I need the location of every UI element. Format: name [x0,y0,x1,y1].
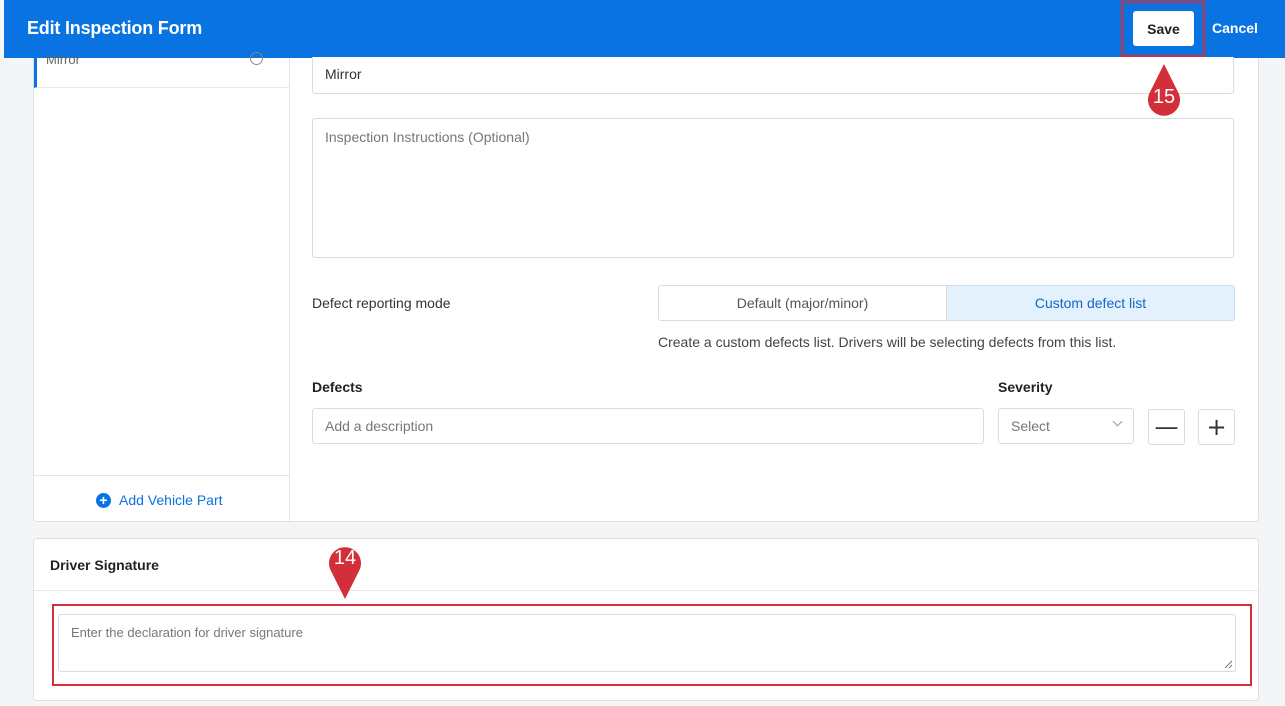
plus-circle-icon: + [96,492,111,508]
info-circle-icon[interactable] [250,52,263,65]
vehicle-parts-sidebar: Mirror + Add Vehicle Part [34,52,290,521]
add-vehicle-part-button[interactable]: + Add Vehicle Part [96,492,223,508]
page-title: Edit Inspection Form [27,18,203,38]
divider [34,590,1258,591]
add-part-row: + Add Vehicle Part [34,475,289,521]
chevron-down-icon [1112,416,1123,427]
save-highlight-box [1121,1,1205,57]
part-name-input[interactable]: Mirror [312,57,1234,94]
defects-header: Defects [312,379,363,395]
annotation-number: 15 [1152,86,1176,108]
annotation-marker-14: 14 [325,541,365,599]
annotation-number: 14 [333,547,357,569]
sidebar-item-mirror[interactable]: Mirror [34,52,289,88]
cancel-button[interactable]: Cancel [1212,20,1258,36]
add-defect-button[interactable]: + [1198,409,1235,445]
vehicle-part-card: Mirror + Add Vehicle Part Mirror Inspect… [33,52,1259,522]
app-header: Edit Inspection Form [4,0,1285,58]
mode-option-default[interactable]: Default (major/minor) [659,286,946,320]
remove-defect-button[interactable]: — [1148,409,1185,445]
inspection-instructions-input[interactable]: Inspection Instructions (Optional) [312,118,1234,258]
defect-mode-label: Defect reporting mode [312,295,451,311]
defect-mode-toggle: Default (major/minor) Custom defect list [658,285,1235,321]
severity-select[interactable]: Select [998,408,1134,444]
severity-select-value: Select [1011,418,1050,434]
sidebar-item-label: Mirror [46,52,80,67]
signature-highlight-box [52,604,1252,686]
defect-description-input[interactable]: Add a description [312,408,984,444]
mode-option-custom[interactable]: Custom defect list [946,286,1234,320]
severity-header: Severity [998,379,1053,395]
annotation-marker-15: 15 [1144,62,1184,118]
defect-mode-help-text: Create a custom defects list. Drivers wi… [658,334,1117,350]
driver-signature-title: Driver Signature [50,557,159,573]
add-vehicle-part-label: Add Vehicle Part [119,492,223,508]
